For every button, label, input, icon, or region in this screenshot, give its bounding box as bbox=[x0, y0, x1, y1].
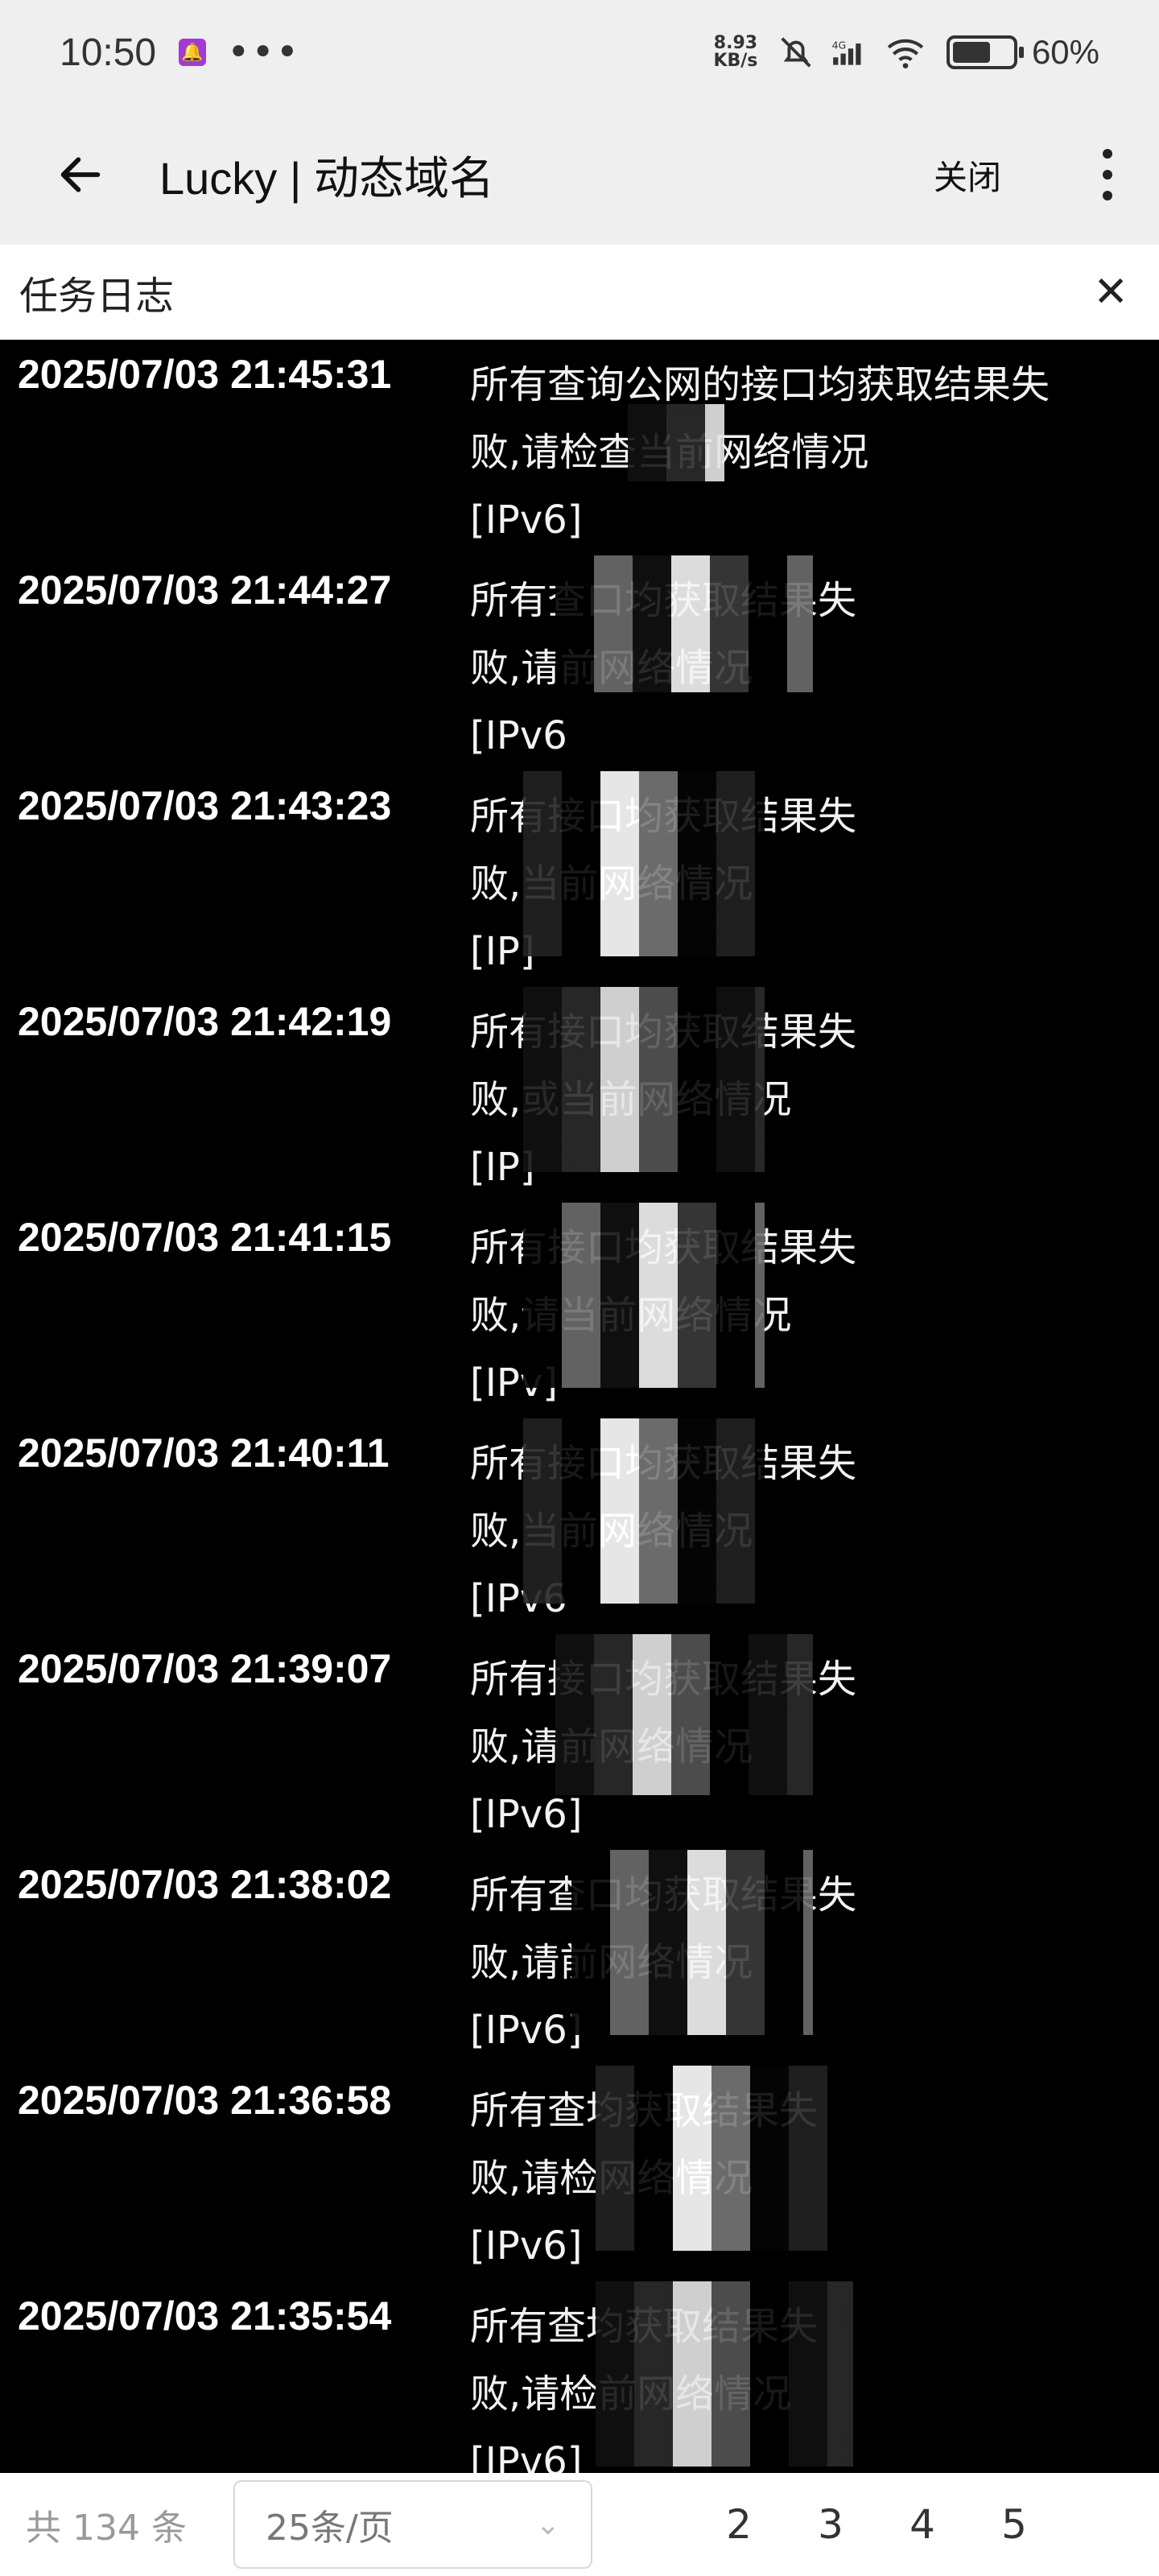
signal-icon: 4G bbox=[831, 32, 871, 72]
log-timestamp: 2025/07/03 21:43:23 bbox=[18, 783, 392, 828]
battery-percent: 60% bbox=[1031, 33, 1099, 71]
log-entry: 2025/07/03 21:43:23 所有接口均获取结果失败,当前网络情况[I… bbox=[0, 771, 1159, 987]
log-entry: 2025/07/03 21:44:27 所有查口均获取结果失败,请前网络情况[I… bbox=[0, 555, 1159, 771]
log-entry: 2025/07/03 21:38:02 所有查口均获取结果失败,请前网络情况[I… bbox=[0, 1850, 1159, 2066]
status-bar: 10:50 🔔 ••• 8.93 KB/s 4G 60% bbox=[0, 0, 1159, 105]
log-entry: 2025/07/03 21:39:07 所有接口均获取结果失败,请前网络情况[I… bbox=[0, 1634, 1159, 1850]
battery-icon bbox=[946, 35, 1024, 69]
menu-dot-icon bbox=[1103, 191, 1112, 200]
log-timestamp: 2025/07/03 21:44:27 bbox=[18, 568, 392, 613]
redaction-mosaic bbox=[523, 771, 765, 956]
log-entry: 2025/07/03 21:36:58 所有查均获取结果失败,请检网络情况[IP… bbox=[0, 2066, 1159, 2281]
redaction-mosaic bbox=[571, 1850, 813, 2035]
menu-dot-icon bbox=[1103, 149, 1112, 159]
network-speed: 8.93 KB/s bbox=[713, 33, 758, 71]
redaction-mosaic bbox=[523, 987, 765, 1172]
chevron-down-icon: ⌄ bbox=[535, 2508, 560, 2541]
page-size-value: 25条/页 bbox=[265, 2508, 394, 2549]
redaction-mosaic bbox=[523, 1203, 765, 1388]
log-timestamp: 2025/07/03 21:40:11 bbox=[18, 1430, 390, 1476]
log-entry: 2025/07/03 21:41:15 所有接口均获取结果失败,请当前网络情况[… bbox=[0, 1203, 1159, 1418]
redaction-mosaic bbox=[555, 555, 813, 692]
redaction-mosaic bbox=[523, 1418, 765, 1604]
back-button[interactable] bbox=[0, 105, 161, 245]
network-type-label: 4G bbox=[832, 39, 847, 51]
page-button[interactable]: 4 bbox=[905, 2501, 940, 2548]
page-button[interactable]: 2 bbox=[721, 2501, 757, 2548]
log-list[interactable]: 2025/07/03 21:45:31 所有查询公网的接口均获取结果失败,请检查… bbox=[0, 340, 1159, 2473]
more-notifications-icon: ••• bbox=[227, 30, 301, 75]
page-button[interactable]: 5 bbox=[996, 2501, 1032, 2548]
page-button[interactable]: 3 bbox=[813, 2501, 848, 2548]
log-entry: 2025/07/03 21:45:31 所有查询公网的接口均获取结果失败,请检查… bbox=[0, 340, 1159, 555]
log-timestamp: 2025/07/03 21:42:19 bbox=[18, 999, 392, 1044]
page-title: Lucky | 动态域名 bbox=[159, 152, 494, 204]
notification-app-icon: 🔔 bbox=[179, 39, 207, 66]
log-timestamp: 2025/07/03 21:39:07 bbox=[18, 1646, 392, 1691]
total-count: 共 134 条 bbox=[26, 2508, 187, 2549]
more-menu-button[interactable] bbox=[1075, 105, 1140, 245]
redaction-mosaic bbox=[555, 1634, 813, 1795]
close-button[interactable]: 关闭 bbox=[934, 151, 1001, 200]
status-icons: 8.93 KB/s 4G 60% bbox=[710, 32, 1099, 72]
app-bar: Lucky | 动态域名 关闭 bbox=[0, 105, 1159, 245]
log-entry: 2025/07/03 21:42:19 所有接口均获取结果失败,或当前网络情况[… bbox=[0, 987, 1159, 1203]
log-timestamp: 2025/07/03 21:45:31 bbox=[18, 352, 392, 397]
redaction-mosaic bbox=[596, 2281, 853, 2467]
close-log-icon[interactable]: ✕ bbox=[1093, 268, 1128, 316]
log-timestamp: 2025/07/03 21:35:54 bbox=[18, 2293, 392, 2339]
wifi-icon bbox=[885, 32, 926, 72]
redaction-mosaic bbox=[596, 2066, 853, 2251]
log-entry: 2025/07/03 21:40:11 所有接口均获取结果失败,当前网络情况[I… bbox=[0, 1418, 1159, 1634]
mute-icon bbox=[776, 32, 816, 72]
log-title: 任务日志 bbox=[19, 274, 175, 319]
log-header: 任务日志 ✕ bbox=[0, 245, 1159, 340]
log-timestamp: 2025/07/03 21:36:58 bbox=[18, 2078, 392, 2123]
status-time: 10:50 bbox=[60, 31, 157, 74]
page-numbers: 2 3 4 5 bbox=[721, 2501, 1032, 2548]
log-message: 所有查询公网的接口均获取结果失败,请检查当前网络情况[IPv6] bbox=[470, 362, 1050, 543]
redaction-mosaic bbox=[628, 404, 724, 481]
pagination-bar: 共 134 条 25条/页 ⌄ 2 3 4 5 bbox=[0, 2473, 1159, 2576]
arrow-left-icon bbox=[60, 157, 101, 192]
log-timestamp: 2025/07/03 21:38:02 bbox=[18, 1862, 392, 1907]
page-size-select[interactable]: 25条/页 ⌄ bbox=[233, 2480, 592, 2569]
menu-dot-icon bbox=[1103, 170, 1112, 180]
log-timestamp: 2025/07/03 21:41:15 bbox=[18, 1215, 392, 1260]
log-entry: 2025/07/03 21:35:54 所有查均获取结果失败,请检前网络情况[I… bbox=[0, 2281, 1159, 2473]
